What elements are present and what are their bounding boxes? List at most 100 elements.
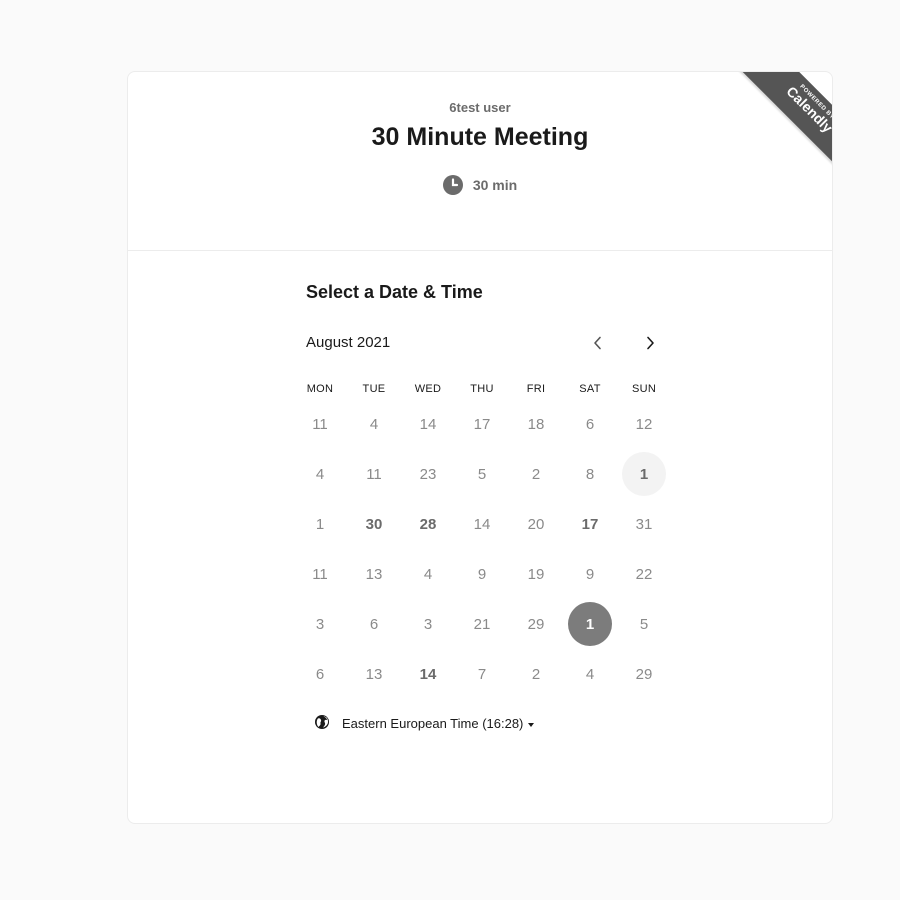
day-cell: 11: [312, 565, 328, 583]
day-cell: 18: [527, 415, 545, 433]
day-cell: 8: [585, 465, 595, 483]
current-month: August 2021: [306, 334, 391, 351]
calendar-cell: 6: [293, 649, 347, 699]
calendar-cell: 31: [617, 499, 671, 549]
calendar-cell: 1: [293, 499, 347, 549]
calendar-cell: 2: [509, 449, 563, 499]
day-cell: 4: [423, 565, 433, 583]
day-cell: 29: [527, 615, 545, 633]
calendar-cell: 1: [617, 449, 671, 499]
day-cell: 5: [639, 615, 649, 633]
calendar-cell: 28: [401, 499, 455, 549]
calendar-cell: 7: [455, 649, 509, 699]
ribbon-brand: Calendly: [783, 82, 833, 136]
day-cell: 3: [315, 615, 325, 633]
calendar-cell: 3: [293, 599, 347, 649]
timezone-selector[interactable]: Eastern European Time (16:28): [314, 714, 535, 733]
day-cell: 5: [477, 465, 487, 483]
day-cell: 11: [366, 465, 382, 483]
calendar-cell: 17: [563, 499, 617, 549]
calendar-cell: 18: [509, 399, 563, 449]
weekday-label: MON: [306, 383, 334, 395]
weekday-label: SUN: [631, 383, 657, 395]
calendar-cell: 13: [347, 549, 401, 599]
globe-icon: [314, 714, 330, 733]
calendar-cell: 5: [455, 449, 509, 499]
calendar-cell: 1: [563, 599, 617, 649]
calendar-grid: 11 4 14 17 18 6 12 4 11 23 5 2 8 1 1 30 28 14 20 17 31 11 13 4 9…: [293, 399, 671, 699]
timezone-label: Eastern European Time (16:28): [342, 716, 535, 731]
calendar-cell: 6: [563, 399, 617, 449]
chevron-right-icon[interactable]: [638, 331, 662, 355]
weekday-header: MON TUE WED THU FRI SAT SUN: [293, 383, 671, 395]
month-navigation: August 2021: [306, 334, 661, 358]
day-cell: 14: [419, 415, 437, 433]
calendar-cell: 11: [293, 399, 347, 449]
calendar-cell: 22: [617, 549, 671, 599]
day-cell[interactable]: 28: [406, 502, 450, 546]
calendar-cell: 4: [401, 549, 455, 599]
day-cell: 20: [527, 515, 545, 533]
calendar-cell: 8: [563, 449, 617, 499]
calendar-cell: 20: [509, 499, 563, 549]
calendar-cell: 17: [455, 399, 509, 449]
calendar-cell: 9: [563, 549, 617, 599]
calendar-cell: 13: [347, 649, 401, 699]
event-header: 6test user 30 Minute Meeting 30 min POWE…: [128, 72, 832, 251]
day-cell: 2: [531, 665, 541, 683]
day-cell: 19: [527, 565, 545, 583]
calendar-cell: 12: [617, 399, 671, 449]
day-cell: 13: [365, 565, 383, 583]
day-cell: 4: [585, 665, 595, 683]
day-cell: 6: [315, 665, 325, 683]
event-duration: 30 min: [128, 175, 832, 195]
day-cell: 9: [477, 565, 487, 583]
day-cell: 14: [473, 515, 491, 533]
day-cell: 6: [585, 415, 595, 433]
day-cell: 9: [585, 565, 595, 583]
chevron-left-icon[interactable]: [586, 331, 610, 355]
day-cell: 17: [473, 415, 491, 433]
day-cell: 29: [635, 665, 653, 683]
calendar-cell: 6: [347, 599, 401, 649]
day-cell: 3: [423, 615, 433, 633]
weekday-label: THU: [470, 383, 494, 395]
booking-card: 6test user 30 Minute Meeting 30 min POWE…: [127, 71, 833, 824]
duration-label: 30 min: [472, 177, 518, 193]
calendar-cell: 29: [617, 649, 671, 699]
day-cell: 31: [635, 515, 653, 533]
calendar-cell: 2: [509, 649, 563, 699]
calendar-cell: 11: [347, 449, 401, 499]
weekday-label: FRI: [526, 383, 546, 395]
day-cell: 4: [315, 465, 325, 483]
calendar-cell: 14: [455, 499, 509, 549]
calendar-cell: 14: [401, 649, 455, 699]
powered-by-ribbon[interactable]: POWERED BY Calendly: [723, 72, 833, 168]
calendar-cell: 23: [401, 449, 455, 499]
calendar-cell: 4: [347, 399, 401, 449]
calendar-cell: 4: [293, 449, 347, 499]
day-selected[interactable]: 1: [568, 602, 612, 646]
day-cell: 22: [635, 565, 653, 583]
day-cell: 11: [312, 415, 328, 433]
clock-icon: [442, 175, 463, 195]
calendar-cell: 21: [455, 599, 509, 649]
weekday-label: TUE: [362, 383, 386, 395]
day-cell: 1: [315, 515, 325, 533]
day-cell[interactable]: 14: [406, 652, 450, 696]
day-cell[interactable]: 30: [352, 502, 396, 546]
day-cell: 4: [369, 415, 379, 433]
calendar-cell: 4: [563, 649, 617, 699]
day-cell[interactable]: 1: [622, 452, 666, 496]
calendar-cell: 5: [617, 599, 671, 649]
calendar-cell: 29: [509, 599, 563, 649]
day-cell: 2: [531, 465, 541, 483]
picker-heading: Select a Date & Time: [306, 282, 483, 302]
calendar-cell: 14: [401, 399, 455, 449]
day-cell[interactable]: 17: [568, 502, 612, 546]
day-cell: 12: [635, 415, 653, 433]
caret-down-icon: [528, 722, 535, 727]
weekday-label: WED: [414, 383, 442, 395]
day-cell: 6: [369, 615, 379, 633]
day-cell: 23: [419, 465, 437, 483]
